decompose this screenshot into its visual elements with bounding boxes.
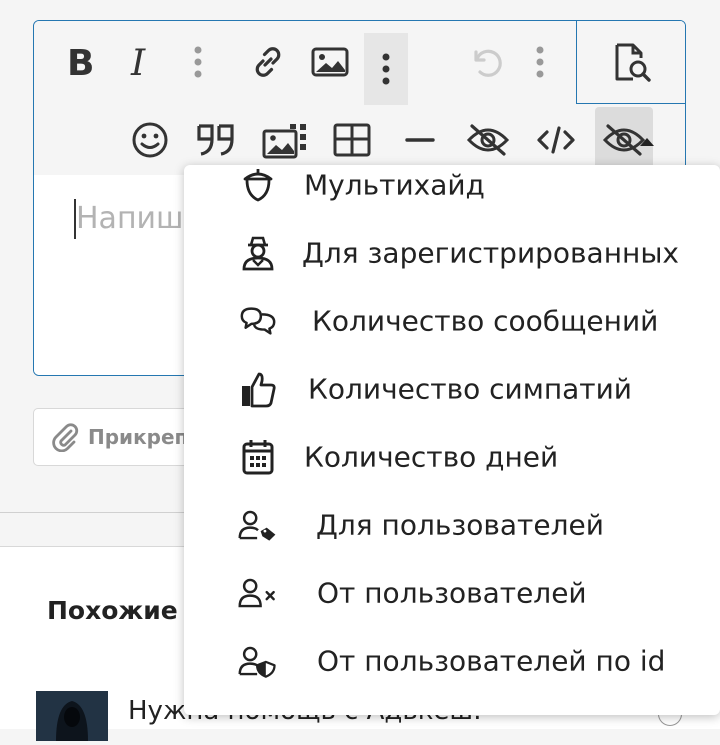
- paperclip-icon: [52, 423, 79, 452]
- preview-button[interactable]: [576, 21, 685, 104]
- undo-icon: [474, 49, 502, 77]
- menu-item-except-users[interactable]: От пользователей: [184, 559, 720, 627]
- more-vertical-icon: [382, 53, 390, 85]
- code-button[interactable]: [528, 109, 584, 171]
- code-icon: [537, 126, 575, 154]
- svg-text:I: I: [130, 45, 146, 79]
- hide-dropdown-menu: Мультихайд Для зарегистрированных Количе…: [184, 165, 720, 715]
- menu-item-label: Количество сообщений: [312, 304, 659, 338]
- menu-item-days-count[interactable]: Количество дней: [184, 423, 720, 491]
- editor-placeholder: Напиш: [76, 201, 184, 236]
- horizontal-rule-button[interactable]: [392, 109, 448, 171]
- more-vertical-icon: [536, 46, 544, 78]
- menu-item-except-users-by-id[interactable]: От пользователей по id: [184, 627, 720, 695]
- gallery-icon: [262, 124, 306, 159]
- quote-button[interactable]: [188, 109, 244, 171]
- thumbs-up-icon: [238, 369, 278, 409]
- menu-item-label: Для зарегистрированных: [302, 236, 680, 270]
- menu-item-label: Мультихайд: [304, 168, 485, 202]
- preview-icon: [615, 43, 651, 82]
- bold-icon: B: [67, 45, 94, 79]
- editor-toolbar-primary: B I: [34, 21, 685, 105]
- table-button[interactable]: [324, 109, 380, 171]
- menu-item-registered[interactable]: Для зарегистрированных: [184, 219, 720, 287]
- gallery-button[interactable]: [256, 109, 316, 171]
- menu-item-multihide[interactable]: Мультихайд: [184, 165, 720, 219]
- chat-bubbles-icon: [238, 301, 278, 341]
- italic-button[interactable]: I: [114, 31, 170, 93]
- attach-files-label: Прикреп: [88, 425, 189, 449]
- more-insert-button[interactable]: [364, 33, 408, 105]
- image-button[interactable]: [302, 31, 358, 93]
- italic-icon: I: [130, 45, 146, 79]
- menu-item-label: От пользователей по id: [317, 644, 666, 678]
- menu-item-message-count[interactable]: Количество сообщений: [184, 287, 720, 355]
- menu-item-label: От пользователей: [317, 576, 587, 610]
- smiley-icon: [132, 122, 168, 158]
- acorn-icon: [238, 165, 278, 205]
- undo-button[interactable]: [458, 31, 514, 93]
- chevron-down-icon: [640, 138, 654, 146]
- svg-text:B: B: [67, 45, 94, 79]
- more-vertical-icon: [194, 46, 202, 78]
- similar-threads-title: Похожие т: [47, 596, 201, 625]
- more-formatting-button[interactable]: [180, 31, 216, 93]
- bold-button[interactable]: B: [52, 31, 108, 93]
- image-icon: [311, 47, 349, 77]
- horizontal-rule-icon: [405, 138, 435, 142]
- calendar-icon: [238, 437, 278, 477]
- smilies-button[interactable]: [122, 109, 178, 171]
- hooded-figure-avatar: [36, 691, 108, 741]
- menu-item-label: Количество симпатий: [308, 372, 632, 406]
- link-button[interactable]: [240, 31, 296, 93]
- user-shield-icon: [238, 641, 278, 681]
- user-times-icon: [238, 573, 278, 613]
- table-icon: [333, 123, 371, 157]
- user-tag-icon: [238, 505, 278, 545]
- user-incognito-icon: [238, 233, 278, 273]
- menu-item-label: Количество дней: [304, 440, 559, 474]
- more-history-button[interactable]: [522, 31, 558, 93]
- menu-item-for-users[interactable]: Для пользователей: [184, 491, 720, 559]
- link-icon: [255, 47, 281, 77]
- thread-avatar[interactable]: [36, 691, 108, 741]
- menu-item-likes-count[interactable]: Количество симпатий: [184, 355, 720, 423]
- hide-button[interactable]: [460, 109, 516, 171]
- menu-item-label: Для пользователей: [316, 508, 604, 542]
- hide-icon: [466, 124, 510, 156]
- quote-icon: [197, 124, 234, 156]
